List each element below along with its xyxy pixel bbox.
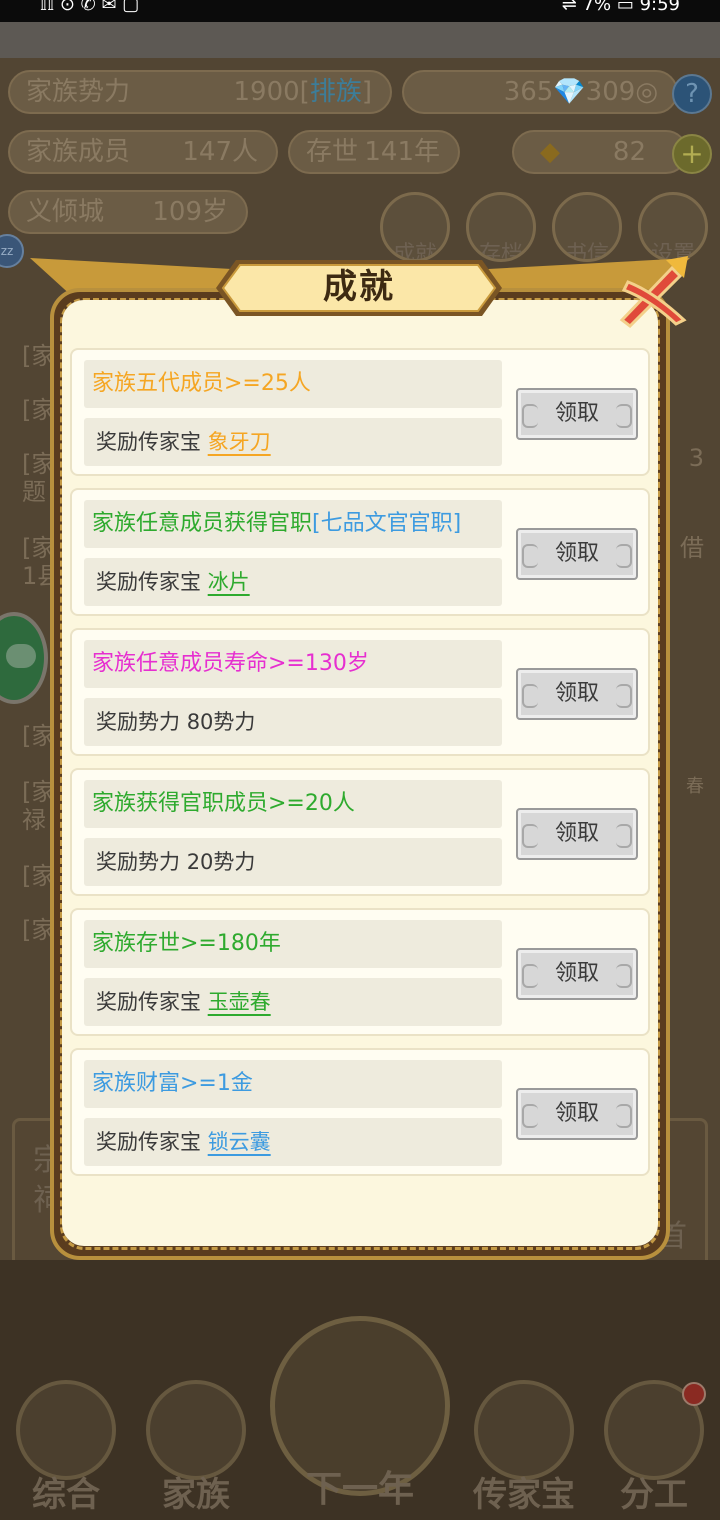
next-year-label: 下一年: [305, 1469, 414, 1510]
heirloom-icon: [474, 1380, 574, 1480]
family-power-pill: 家族势力 1900[排族]: [8, 70, 392, 114]
add-gold-icon[interactable]: +: [672, 134, 712, 174]
notification-dot: [682, 1382, 706, 1406]
top-strip: [0, 22, 720, 58]
settings-menu-button[interactable]: 设置: [638, 192, 708, 262]
help-icon[interactable]: ?: [672, 74, 712, 114]
goal-text: 家族五代成员>=25人: [92, 371, 311, 396]
claim-button[interactable]: 领取: [516, 668, 638, 720]
nav-overview[interactable]: 综合: [6, 1380, 126, 1520]
achievement-reward: 奖励传家宝 锁云囊: [84, 1118, 502, 1166]
achievement-goal: 家族获得官职成员>=20人: [84, 780, 502, 828]
ranking-link[interactable]: 排族: [310, 77, 362, 107]
reward-item[interactable]: 锁云囊: [208, 1130, 271, 1154]
log-item-right: 3: [688, 444, 704, 472]
reward-item: 80势力: [186, 710, 256, 734]
nav-heirloom[interactable]: 传家宝: [464, 1380, 584, 1520]
currency-value: 365💎309◎: [503, 77, 658, 107]
survived-value: 141年: [364, 137, 440, 167]
reward-prefix: 奖励传家宝: [96, 570, 201, 594]
city-value: 109岁: [152, 197, 228, 227]
claim-button[interactable]: 领取: [516, 1088, 638, 1140]
dialog-title-plate: 成就: [214, 256, 504, 320]
log-item-right: 借: [680, 534, 704, 562]
log-item-right: 春: [686, 776, 704, 797]
reward-item: 20势力: [186, 850, 256, 874]
achievement-menu-button[interactable]: 成就: [380, 192, 450, 262]
survived-pill: 存世 141年: [288, 130, 460, 174]
family-members-value: 147人: [182, 137, 258, 167]
scroll-icon: [16, 1380, 116, 1480]
goal-text: 家族存世>=180年: [92, 931, 281, 956]
gold-value: 82: [612, 137, 646, 167]
reward-prefix: 奖励势力: [96, 850, 180, 874]
reward-prefix: 奖励传家宝: [96, 1130, 201, 1154]
achievement-reward: 奖励传家宝 冰片: [84, 558, 502, 606]
claim-button[interactable]: 领取: [516, 808, 638, 860]
family-members-label: 家族成员: [26, 137, 131, 167]
status-icons-right: ⇌ 7% ▭ 9:59: [561, 0, 680, 15]
city-pill: 义倾城 109岁: [8, 190, 248, 234]
achievement-reward: 奖励势力 80势力: [84, 698, 502, 746]
achievement-goal: 家族任意成员获得官职[七品文官官职]: [84, 500, 502, 548]
nav-heirloom-label: 传家宝: [473, 1475, 575, 1515]
close-icon[interactable]: [614, 254, 692, 328]
reward-item[interactable]: 象牙刀: [208, 430, 271, 454]
save-menu-button[interactable]: 存档: [466, 192, 536, 262]
achievement-card: 家族获得官职成员>=20人 奖励势力 20势力 领取: [70, 768, 650, 896]
achievement-goal: 家族五代成员>=25人: [84, 360, 502, 408]
achievement-goal: 家族存世>=180年: [84, 920, 502, 968]
reward-prefix: 奖励势力: [96, 710, 180, 734]
goal-text: 家族财富>=1金: [92, 1071, 253, 1096]
claim-button[interactable]: 领取: [516, 388, 638, 440]
reward-prefix: 奖励传家宝: [96, 990, 201, 1014]
achievement-reward: 奖励势力 20势力: [84, 838, 502, 886]
achievement-reward: 奖励传家宝 玉壶春: [84, 978, 502, 1026]
letter-menu-button[interactable]: 书信: [552, 192, 622, 262]
family-members-pill: 家族成员 147人: [8, 130, 278, 174]
reward-prefix: 奖励传家宝: [96, 430, 201, 454]
goal-extra: [七品文官官职]: [312, 511, 462, 536]
nav-overview-label: 综合: [32, 1475, 100, 1515]
log-item: 题: [22, 478, 46, 506]
log-item: 禄: [22, 806, 46, 834]
currency-pill: 365💎309◎: [402, 70, 678, 114]
achievement-goal: 家族财富>=1金: [84, 1060, 502, 1108]
reward-item[interactable]: 冰片: [208, 570, 250, 594]
nav-family-label: 家族: [162, 1475, 230, 1515]
goal-text: 家族任意成员寿命>=130岁: [92, 651, 369, 676]
dialog-title: 成就: [323, 267, 395, 307]
nav-division-label: 分工: [620, 1475, 688, 1515]
achievement-reward: 奖励传家宝 象牙刀: [84, 418, 502, 466]
gold-ingot-icon: ◆: [540, 137, 560, 167]
status-bar: 𝕀𝕀 ⊙ ✆ ✉ ▢ ⇌ 7% ▭ 9:59: [0, 0, 720, 22]
goal-text: 家族任意成员获得官职: [92, 511, 313, 536]
status-icons-left: 𝕀𝕀 ⊙ ✆ ✉ ▢: [40, 0, 140, 15]
city-label: 义倾城: [26, 197, 105, 227]
nav-family[interactable]: 家族: [136, 1380, 256, 1520]
claim-button[interactable]: 领取: [516, 948, 638, 1000]
house-icon: [146, 1380, 246, 1480]
claim-button[interactable]: 领取: [516, 528, 638, 580]
achievement-card: 家族任意成员寿命>=130岁 奖励势力 80势力 领取: [70, 628, 650, 756]
family-power-label: 家族势力: [26, 77, 131, 107]
family-power-value: 1900: [233, 77, 300, 107]
achievement-goal: 家族任意成员寿命>=130岁: [84, 640, 502, 688]
achievement-card: 家族任意成员获得官职[七品文官官职] 奖励传家宝 冰片 领取: [70, 488, 650, 616]
achievement-card: 家族存世>=180年 奖励传家宝 玉壶春 领取: [70, 908, 650, 1036]
achievement-card: 家族财富>=1金 奖励传家宝 锁云囊 领取: [70, 1048, 650, 1176]
goal-text: 家族获得官职成员>=20人: [92, 791, 355, 816]
survived-label: 存世: [306, 137, 359, 167]
gold-pill: ◆ 82: [512, 130, 688, 174]
achievement-card: 家族五代成员>=25人 奖励传家宝 象牙刀 领取: [70, 348, 650, 476]
reward-item[interactable]: 玉壶春: [208, 990, 271, 1014]
